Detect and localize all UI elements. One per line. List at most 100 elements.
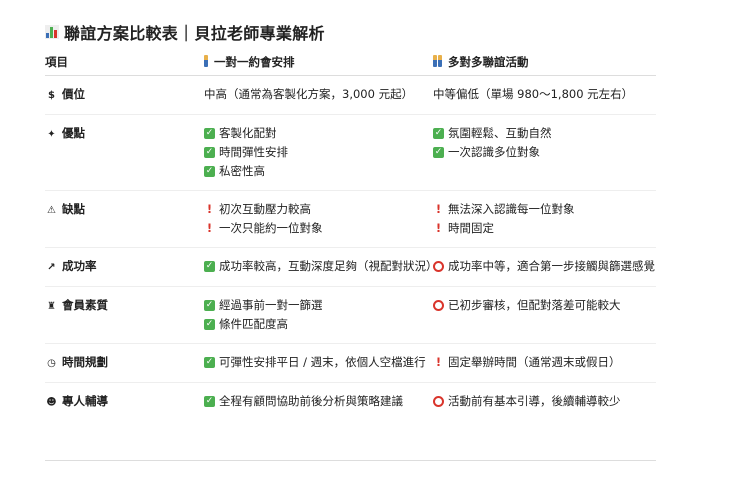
page-title: 聯誼方案比較表｜貝拉老師專業解析 [45, 20, 325, 44]
exclamation-icon: ! [435, 354, 442, 369]
cell-item: ! 固定舉辦時間（通常週末或假日） [433, 353, 656, 372]
circle-icon [433, 260, 444, 272]
row-label: ✦ 優點 [45, 114, 204, 191]
cell-text: 可彈性安排平日 / 週末，依個人空檔進行 [219, 354, 426, 369]
cell-item: ✓ 客製化配對 [204, 124, 433, 143]
cell-item: 中等偏低（單場 980～1,800 元左右） [433, 85, 656, 104]
cell-item: ✓ 全程有顧問協助前後分析與策略建議 [204, 392, 433, 411]
cell-text: 成功率中等，適合第一步接觸與篩選感覺 [448, 258, 655, 273]
group-cell: 已初步審核，但配對落差可能較大 [433, 286, 656, 344]
row-label-text: 缺點 [62, 201, 85, 216]
one-on-one-cell: ✓ 全程有顧問協助前後分析與策略建議 [204, 382, 433, 461]
cell-text: 一次認識多位對象 [448, 144, 540, 159]
check-icon: ✓ [204, 260, 215, 272]
row-label-text: 價位 [62, 86, 85, 101]
cell-item: ! 無法深入認識每一位對象 [433, 200, 656, 219]
row-label-text: 成功率 [62, 258, 97, 273]
check-icon: ✓ [204, 299, 215, 311]
table-row: ◷ 時間規劃 ✓ 可彈性安排平日 / 週末，依個人空檔進行! 固定舉辦時間（通常週末或假… [45, 343, 656, 383]
cell-text: 時間彈性安排 [219, 144, 288, 159]
one-on-one-cell: ✓ 經過事前一對一篩選 ✓ 條件匹配度高 [204, 286, 433, 344]
row-label: $ 價位 [45, 75, 204, 115]
table-row: ⚠ 缺點! 初次互動壓力較高! 一次只能約一位對象! 無法深入認識每一位對象! 時間固定 [45, 190, 656, 248]
cell-item: ! 時間固定 [433, 219, 656, 238]
exclamation-icon: ! [435, 201, 442, 216]
bar-chart-icon [45, 25, 59, 39]
warning-icon: ⚠ [47, 204, 56, 216]
header-one-on-one: 一對一約會安排 [204, 50, 433, 76]
cell-text: 成功率較高，互動深度足夠（視配對狀況） [219, 258, 438, 273]
comparison-table: 項目 一對一約會安排 多對多聯誼活動 $ 價位 中高（通常為客製化方案，3,000 … [45, 50, 656, 461]
cell-text: 私密性高 [219, 163, 265, 178]
check-icon: ✓ [433, 127, 444, 139]
row-label-text: 專人輔導 [62, 393, 108, 408]
table-header: 項目 一對一約會安排 多對多聯誼活動 [45, 50, 656, 76]
cell-item: ! 初次互動壓力較高 [204, 200, 433, 219]
check-icon: ✓ [204, 146, 215, 158]
cell-text: 初次互動壓力較高 [219, 201, 311, 216]
table-row: ♜ 會員素質 ✓ 經過事前一對一篩選 ✓ 條件匹配度高 已初步審核，但配對落差可能較大 [45, 286, 656, 344]
cell-text: 一次只能約一位對象 [219, 220, 323, 235]
cell-item: ✓ 成功率較高，互動深度足夠（視配對狀況） [204, 257, 438, 276]
cell-item: ✓ 氛圍輕鬆、互動自然 [433, 124, 656, 143]
star-icon: ✦ [47, 128, 56, 140]
cell-text: 已初步審核，但配對落差可能較大 [448, 297, 621, 312]
cell-item: 已初步審核，但配對落差可能較大 [433, 296, 656, 315]
cell-item: 活動前有基本引導，後續輔導較少 [433, 392, 656, 411]
check-icon: ✓ [204, 127, 215, 139]
circle-icon [433, 299, 444, 311]
cell-text: 固定舉辦時間（通常週末或假日） [448, 354, 621, 369]
cell-text: 客製化配對 [219, 125, 277, 140]
money-bag-icon: $ [48, 89, 55, 101]
title-text: 聯誼方案比較表｜貝拉老師專業解析 [64, 24, 325, 43]
one-on-one-cell: ✓ 成功率較高，互動深度足夠（視配對狀況） [204, 247, 438, 287]
cell-item: ! 一次只能約一位對象 [204, 219, 433, 238]
row-label: ⚠ 缺點 [45, 190, 204, 248]
cell-text: 時間固定 [448, 220, 494, 235]
group-cell: ! 固定舉辦時間（通常週末或假日） [433, 343, 656, 383]
cell-item: 成功率中等，適合第一步接觸與篩選感覺 [433, 257, 656, 276]
group-cell: ✓ 氛圍輕鬆、互動自然 ✓ 一次認識多位對象 [433, 114, 656, 191]
cell-item: ✓ 經過事前一對一篩選 [204, 296, 433, 315]
row-label: ↗ 成功率 [45, 247, 204, 287]
table-row: ✦ 優點 ✓ 客製化配對 ✓ 時間彈性安排 ✓ 私密性高 ✓ 氛圍輕鬆、互動自然 ✓ 一次認識多位對象 [45, 114, 656, 191]
table-row: ↗ 成功率 ✓ 成功率較高，互動深度足夠（視配對狀況） 成功率中等，適合第一步接觸與篩選… [45, 247, 656, 287]
cell-text: 條件匹配度高 [219, 316, 288, 331]
cell-text: 活動前有基本引導，後續輔導較少 [448, 393, 621, 408]
people-icon [433, 55, 437, 68]
check-icon: ✓ [204, 395, 215, 407]
one-on-one-cell: ✓ 客製化配對 ✓ 時間彈性安排 ✓ 私密性高 [204, 114, 433, 191]
header-item: 項目 [45, 50, 204, 76]
one-on-one-cell: ✓ 可彈性安排平日 / 週末，依個人空檔進行 [204, 343, 433, 383]
clock-icon: ◷ [47, 357, 56, 369]
row-label: ♜ 會員素質 [45, 286, 204, 344]
cell-item: ✓ 一次認識多位對象 [433, 143, 656, 162]
cell-text: 中高（通常為客製化方案，3,000 元起） [204, 86, 414, 101]
row-label-text: 時間規劃 [62, 354, 108, 369]
exclamation-icon: ! [206, 201, 213, 216]
check-icon: ✓ [204, 318, 215, 330]
cell-text: 經過事前一對一篩選 [219, 297, 323, 312]
teacher-icon: ☻ [46, 396, 57, 408]
header-group: 多對多聯誼活動 [433, 50, 656, 76]
row-label: ☻ 專人輔導 [45, 382, 204, 461]
check-icon: ✓ [433, 146, 444, 158]
table-row: ☻ 專人輔導 ✓ 全程有顧問協助前後分析與策略建議 活動前有基本引導，後續輔導較少 [45, 382, 656, 461]
circle-icon [433, 395, 444, 407]
group-cell: 中等偏低（單場 980～1,800 元左右） [433, 75, 656, 115]
cell-text: 全程有顧問協助前後分析與策略建議 [219, 393, 403, 408]
check-icon: ✓ [204, 165, 215, 177]
graduate-icon: ♜ [47, 300, 56, 312]
one-on-one-cell: 中高（通常為客製化方案，3,000 元起） [204, 75, 433, 115]
table-row: $ 價位 中高（通常為客製化方案，3,000 元起） 中等偏低（單場 980～1,80… [45, 75, 656, 115]
row-label: ◷ 時間規劃 [45, 343, 204, 383]
chart-up-icon: ↗ [47, 261, 56, 273]
cell-item: ✓ 條件匹配度高 [204, 315, 433, 334]
one-on-one-cell: ! 初次互動壓力較高 ! 一次只能約一位對象 [204, 190, 433, 248]
person-icon [204, 55, 208, 68]
row-label-text: 優點 [62, 125, 85, 140]
group-cell: 活動前有基本引導，後續輔導較少 [433, 382, 656, 461]
group-cell: 成功率中等，適合第一步接觸與篩選感覺 [433, 247, 656, 287]
check-icon: ✓ [204, 356, 215, 368]
cell-item: ✓ 私密性高 [204, 162, 433, 181]
